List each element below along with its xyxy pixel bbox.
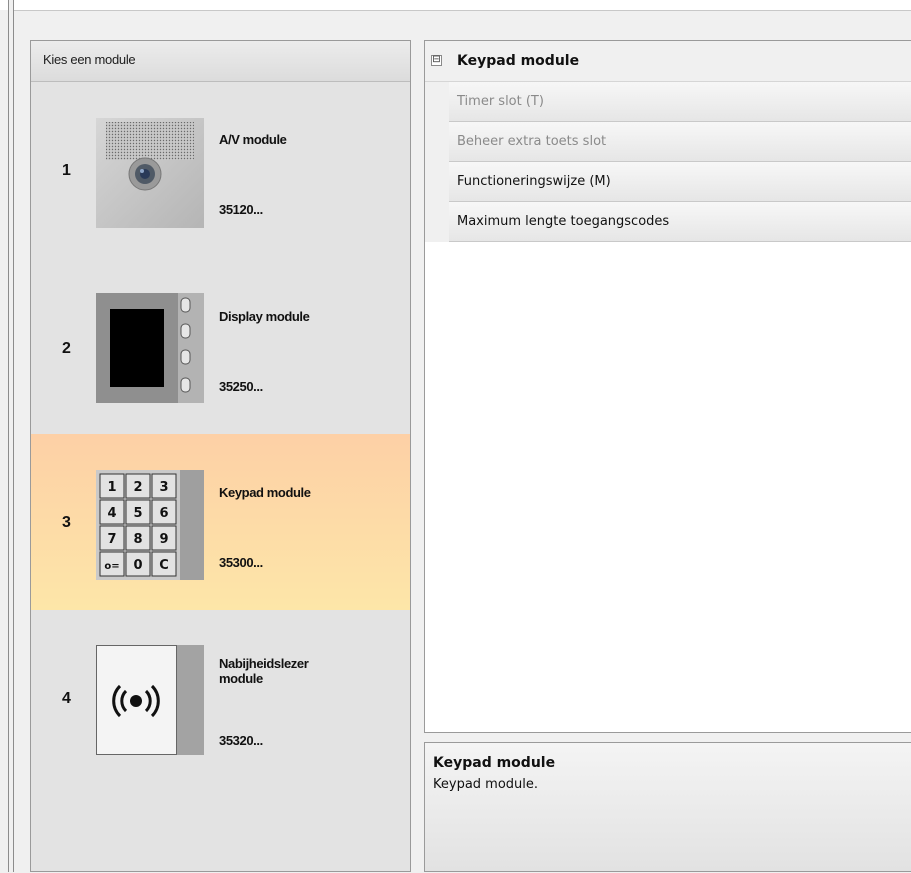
module-code: 35300...	[219, 555, 263, 570]
module-code: 35120...	[219, 202, 263, 217]
description-text: Keypad module.	[433, 777, 539, 792]
module-number: 4	[62, 690, 71, 707]
display-module-image	[96, 293, 204, 403]
property-label: Beheer extra toets slot	[457, 134, 607, 149]
property-category-row[interactable]: ⊟ Keypad module	[425, 41, 911, 82]
module-chooser-panel: Kies een module 1 A/V module 35120... 2 …	[30, 40, 411, 872]
keypad-key-label: o=	[104, 561, 119, 572]
property-label: Maximum lengte toegangscodes	[457, 214, 670, 229]
keypad-key-label: C	[159, 558, 169, 573]
property-gutter	[425, 82, 449, 122]
property-row-extra-key-lock[interactable]: Beheer extra toets slot	[425, 122, 911, 162]
module-code: 35250...	[219, 379, 263, 394]
module-number: 2	[62, 340, 71, 357]
keypad-key-label: 9	[159, 532, 168, 547]
module-number: 1	[62, 162, 71, 179]
property-label: Timer slot (T)	[457, 94, 544, 109]
proximity-reader-image	[96, 645, 204, 755]
property-row-operating-mode[interactable]: Functioneringswijze (M)	[425, 162, 911, 202]
property-label: Functioneringswijze (M)	[457, 174, 611, 189]
keypad-key-label: 4	[107, 506, 116, 521]
keypad-module-image: 1 2 3 4 5 6 7 8 9 o= 0 C	[96, 470, 204, 580]
keypad-key-label: 5	[133, 506, 142, 521]
window-top-strip	[0, 0, 911, 10]
property-gutter	[425, 162, 449, 202]
property-row-max-code-length[interactable]: Maximum lengte toegangscodes	[425, 202, 911, 242]
keypad-key-label: 8	[133, 532, 142, 547]
module-name: Nabijheidslezer module	[219, 656, 309, 686]
module-item-av[interactable]: 1 A/V module 35120...	[31, 82, 410, 258]
keypad-key-label: 6	[159, 506, 168, 521]
property-gutter	[425, 122, 449, 162]
module-item-proximity[interactable]: 4 Nabijheidslezer module 35320...	[31, 610, 410, 786]
description-title: Keypad module	[433, 755, 556, 771]
module-chooser-header: Kies een module	[31, 41, 410, 82]
keypad-key-label: 2	[133, 480, 142, 495]
property-row-timer-slot[interactable]: Timer slot (T)	[425, 82, 911, 122]
property-gutter	[425, 202, 449, 242]
module-name: A/V module	[219, 132, 287, 147]
collapse-icon[interactable]: ⊟	[431, 55, 442, 66]
av-module-image	[96, 118, 204, 228]
keypad-key-label: 7	[107, 532, 116, 547]
description-panel: Keypad module Keypad module.	[424, 742, 911, 872]
module-name: Display module	[219, 309, 310, 324]
module-number: 3	[62, 514, 71, 531]
module-item-display[interactable]: 2 Display module 35250...	[31, 258, 410, 434]
keypad-key-label: 1	[107, 480, 116, 495]
keypad-key-label: 3	[159, 480, 168, 495]
module-item-keypad[interactable]: 3 1 2 3 4 5 6 7 8 9 o= 0 C Keypad module 35300...	[31, 434, 410, 610]
module-name: Keypad module	[219, 485, 311, 500]
keypad-key-label: 0	[133, 558, 142, 573]
property-grid: ⊟ Keypad module Timer slot (T) Beheer ex…	[424, 40, 911, 733]
property-category-title: Keypad module	[457, 53, 580, 69]
module-code: 35320...	[219, 733, 263, 748]
